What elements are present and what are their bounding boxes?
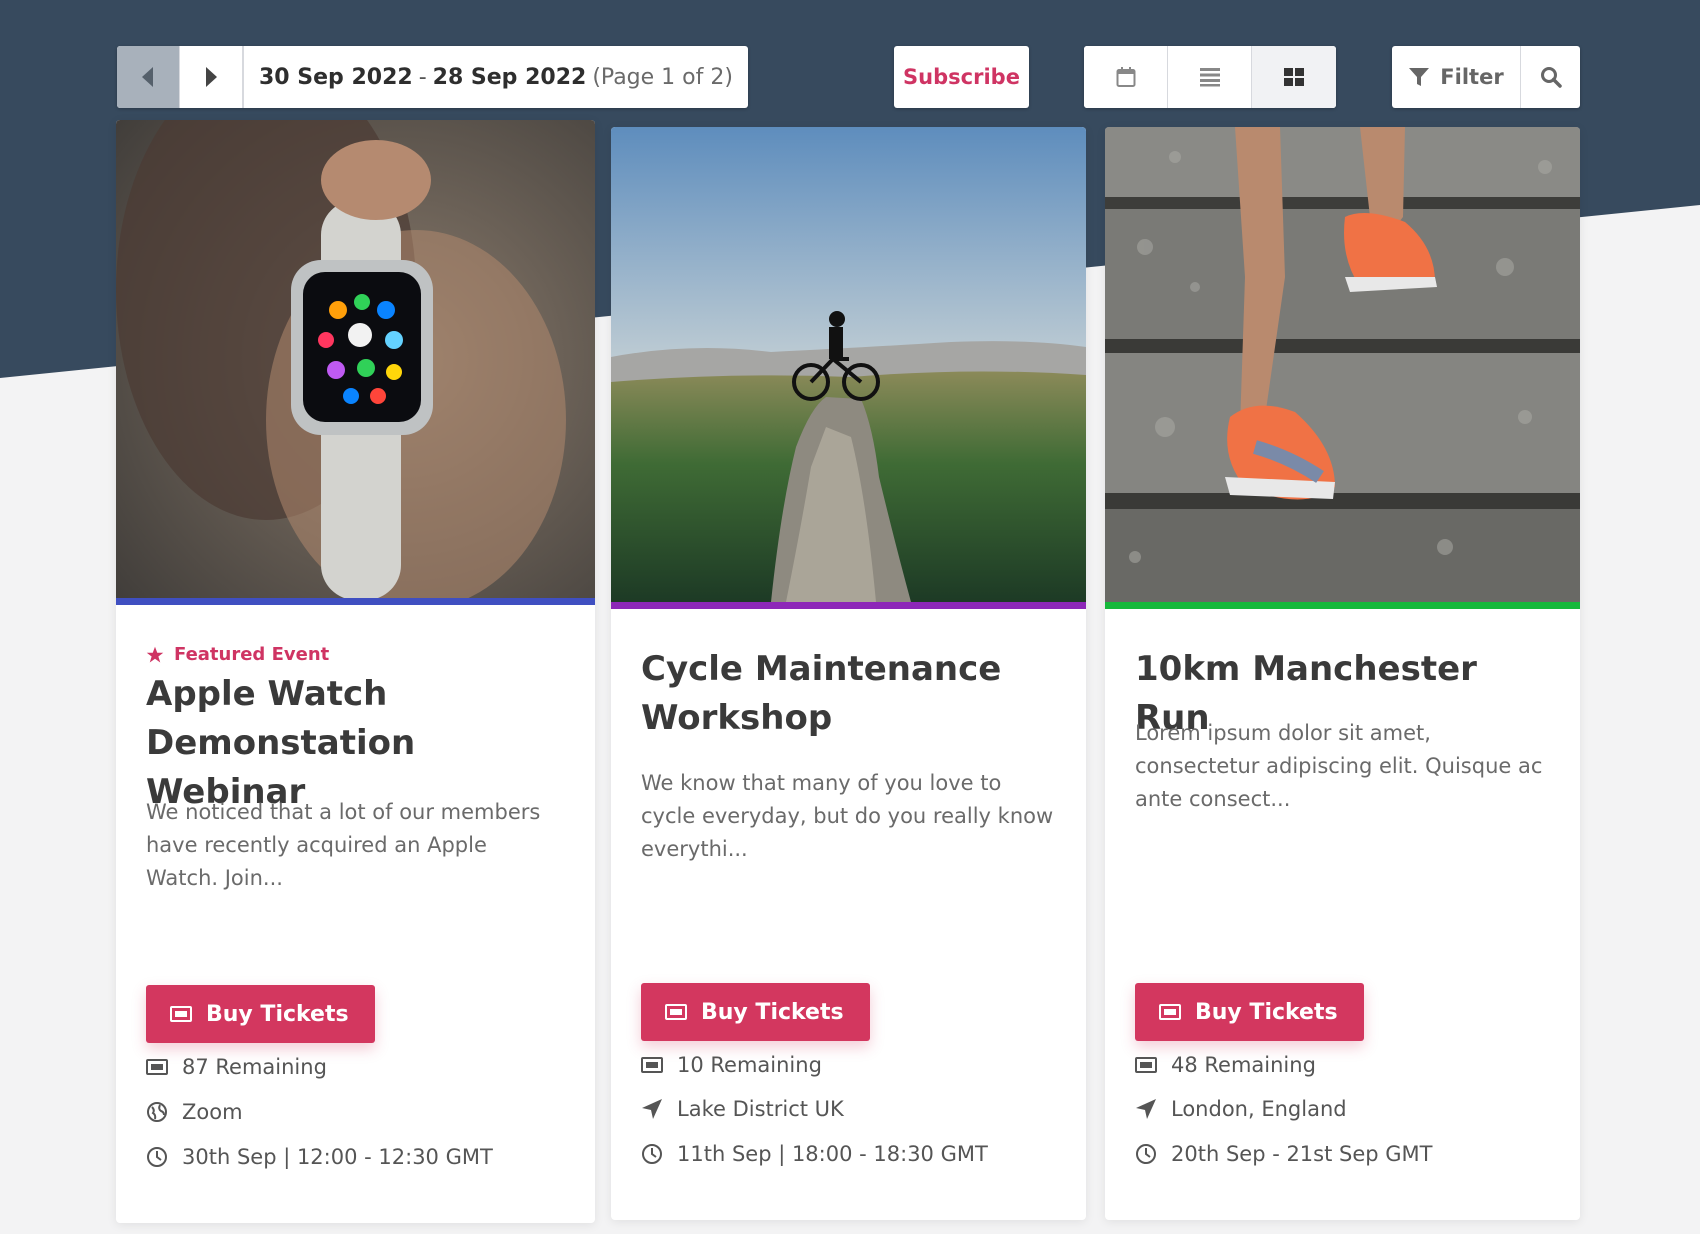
- filter-button[interactable]: Filter: [1392, 46, 1521, 108]
- remaining-text: 48 Remaining: [1171, 1053, 1316, 1077]
- event-card[interactable]: Cycle Maintenance Workshop We know that …: [611, 127, 1086, 1220]
- event-image-cyclist: [611, 127, 1086, 602]
- event-description: We know that many of you love to cycle e…: [641, 771, 1054, 861]
- tickets-remaining: 48 Remaining: [1135, 1053, 1316, 1077]
- calendar-view-button[interactable]: [1084, 46, 1168, 108]
- location-arrow-icon: [1136, 1099, 1156, 1119]
- ticket-icon: [641, 1057, 663, 1073]
- clock-icon: [1136, 1144, 1156, 1164]
- ticket-icon: [1159, 1004, 1181, 1020]
- event-datetime: 11th Sep | 18:00 - 18:30 GMT: [641, 1142, 988, 1166]
- clock-icon: [642, 1144, 662, 1164]
- tickets-remaining: 10 Remaining: [641, 1053, 822, 1077]
- filter-label: Filter: [1440, 65, 1504, 89]
- calendar-view-icon: [1116, 67, 1135, 87]
- ticket-icon: [1135, 1057, 1157, 1073]
- event-location: Zoom: [146, 1100, 243, 1124]
- event-accent-bar: [116, 598, 595, 605]
- remaining-text: 10 Remaining: [677, 1053, 822, 1077]
- date-separator: -: [418, 64, 427, 90]
- date-start: 30 Sep 2022: [259, 64, 413, 90]
- next-page-button[interactable]: [180, 46, 243, 108]
- event-card[interactable]: 10km Manchester Run Lorem ipsum dolor si…: [1105, 127, 1580, 1220]
- globe-icon: [147, 1102, 167, 1122]
- search-button[interactable]: [1521, 46, 1580, 108]
- location-text: Zoom: [182, 1100, 243, 1124]
- buy-tickets-button[interactable]: Buy Tickets: [146, 985, 375, 1043]
- date-end: 28 Sep 2022: [432, 64, 587, 90]
- datetime-text: 30th Sep | 12:00 - 12:30 GMT: [182, 1145, 493, 1169]
- location-arrow-icon: [642, 1099, 662, 1119]
- location-text: Lake District UK: [677, 1097, 844, 1121]
- ticket-icon: [146, 1059, 168, 1075]
- list-view-button[interactable]: [1168, 46, 1252, 108]
- buy-tickets-label: Buy Tickets: [206, 1001, 349, 1027]
- ticket-icon: [665, 1004, 687, 1020]
- event-datetime: 30th Sep | 12:00 - 12:30 GMT: [146, 1145, 493, 1169]
- filter-search-group: Filter: [1392, 46, 1580, 108]
- chevron-left-icon: [142, 67, 153, 87]
- buy-tickets-label: Buy Tickets: [1195, 999, 1338, 1025]
- grid-view-icon: [1284, 68, 1304, 86]
- event-toolbar: 30 Sep 2022 - 28 Sep 2022 (Page 1 of 2) …: [117, 46, 1580, 108]
- featured-event-label: Featured Event: [146, 644, 329, 665]
- ticket-icon: [170, 1006, 192, 1022]
- remaining-text: 87 Remaining: [182, 1055, 327, 1079]
- filter-icon: [1409, 68, 1430, 86]
- date-range-label: 30 Sep 2022 - 28 Sep 2022 (Page 1 of 2): [243, 46, 748, 108]
- star-icon: [146, 646, 164, 662]
- event-description: We noticed that a lot of our members hav…: [146, 800, 541, 890]
- grid-view-button[interactable]: [1252, 46, 1336, 108]
- event-title[interactable]: Cycle Maintenance Workshop: [641, 645, 1062, 743]
- buy-tickets-button[interactable]: Buy Tickets: [641, 983, 870, 1041]
- event-datetime: 20th Sep - 21st Sep GMT: [1135, 1142, 1433, 1166]
- featured-label-text: Featured Event: [174, 644, 330, 665]
- event-accent-bar: [611, 602, 1086, 609]
- date-navigator: 30 Sep 2022 - 28 Sep 2022 (Page 1 of 2): [117, 46, 748, 108]
- chevron-right-icon: [206, 67, 217, 87]
- event-title[interactable]: Apple Watch Demonstation Webinar: [146, 670, 571, 817]
- previous-page-button[interactable]: [117, 46, 180, 108]
- search-icon: [1540, 67, 1562, 88]
- buy-tickets-label: Buy Tickets: [701, 999, 844, 1025]
- tickets-remaining: 87 Remaining: [146, 1055, 327, 1079]
- event-location: Lake District UK: [641, 1097, 844, 1121]
- event-image-runner: [1105, 127, 1580, 602]
- event-card[interactable]: Featured Event Apple Watch Demonstation …: [116, 120, 595, 1223]
- list-view-icon: [1199, 68, 1220, 87]
- location-text: London, England: [1171, 1097, 1347, 1121]
- page-info: (Page 1 of 2): [592, 64, 733, 90]
- event-accent-bar: [1105, 602, 1580, 609]
- event-description: Lorem ipsum dolor sit amet, consectetur …: [1135, 721, 1543, 811]
- datetime-text: 20th Sep - 21st Sep GMT: [1171, 1142, 1433, 1166]
- view-switcher: [1084, 46, 1336, 108]
- buy-tickets-button[interactable]: Buy Tickets: [1135, 983, 1364, 1041]
- clock-icon: [147, 1147, 167, 1167]
- event-image-apple-watch: [116, 120, 595, 598]
- subscribe-button[interactable]: Subscribe: [894, 46, 1029, 108]
- datetime-text: 11th Sep | 18:00 - 18:30 GMT: [677, 1142, 988, 1166]
- event-location: London, England: [1135, 1097, 1347, 1121]
